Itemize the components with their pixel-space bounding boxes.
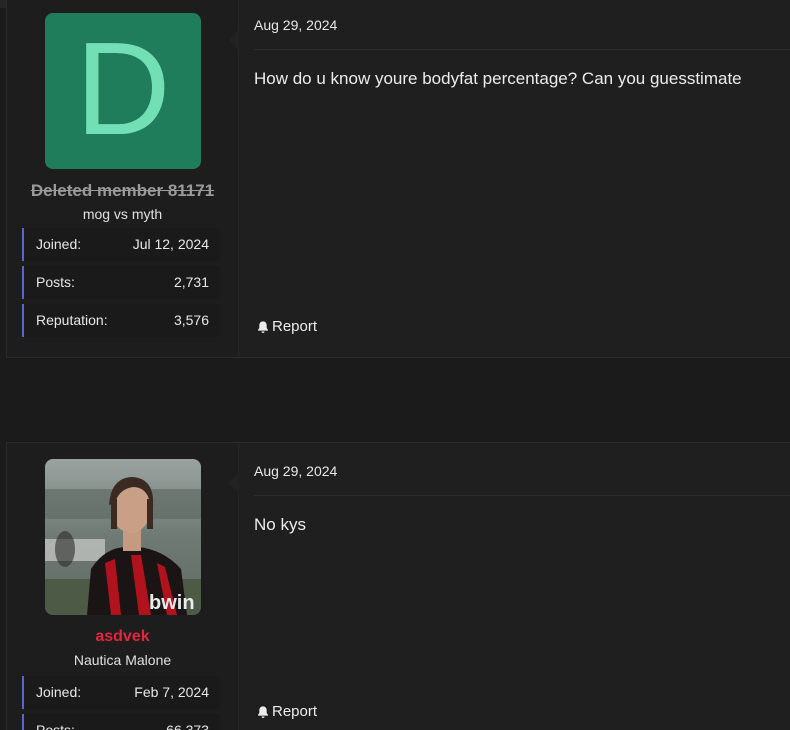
post-message: How do u know youre bodyfat percentage? … [254,69,742,88]
bell-icon [258,320,268,333]
username[interactable]: Deleted member 81171 [7,181,238,201]
user-stats: Joined: Feb 7, 2024 Posts: 66,373 [22,676,220,730]
user-stats: Joined: Jul 12, 2024 Posts: 2,731 Reputa… [22,228,220,342]
report-label: Report [272,703,318,720]
stat-label: Posts: [36,722,75,730]
user-arrow [229,473,239,493]
post-content: Aug 29, 2024 How do u know youre bodyfat… [239,0,790,357]
post-content: Aug 29, 2024 No kys Report [239,443,790,730]
stat-value: Jul 12, 2024 [132,236,209,252]
thread-page: D Deleted member 81171 mog vs myth Joine… [0,0,790,730]
post-user-info: D Deleted member 81171 mog vs myth Joine… [7,0,239,357]
report-button[interactable]: Report [256,318,317,335]
stat-posts: Posts: 2,731 [22,266,220,299]
user-arrow [229,30,239,50]
avatar-photo: bwin [45,459,201,615]
report-label: Report [272,318,318,335]
stat-label: Reputation: [36,312,108,328]
stat-label: Joined: [36,236,82,252]
stat-reputation: Reputation: 3,576 [22,304,220,337]
post: bwin asdvek Nautica Malone Joined: Feb 7… [6,442,790,730]
stat-value: 3,576 [173,312,209,328]
post-user-info: bwin asdvek Nautica Malone Joined: Feb 7… [7,443,239,730]
report-button[interactable]: Report [256,703,317,720]
stat-posts: Posts: 66,373 [22,714,220,730]
post-message: No kys [254,515,306,534]
divider [254,495,790,496]
stat-value: 2,731 [173,274,209,290]
stat-label: Joined: [36,684,82,700]
avatar-letter: D [75,15,171,162]
stat-joined: Joined: Jul 12, 2024 [22,228,220,261]
username[interactable]: asdvek [7,628,238,646]
avatar[interactable]: bwin [45,459,201,615]
bell-icon [258,705,268,718]
user-title: Nautica Malone [73,652,172,668]
divider [254,49,790,50]
user-title: mog vs myth [82,206,163,222]
stat-value: Feb 7, 2024 [134,684,209,700]
post: D Deleted member 81171 mog vs myth Joine… [6,0,790,358]
avatar[interactable]: D [45,13,201,169]
post-date[interactable]: Aug 29, 2024 [254,463,337,479]
svg-text:bwin: bwin [149,592,195,614]
stat-value: 66,373 [166,722,209,730]
stat-joined: Joined: Feb 7, 2024 [22,676,220,709]
post-date[interactable]: Aug 29, 2024 [254,17,337,33]
stat-label: Posts: [36,274,75,290]
